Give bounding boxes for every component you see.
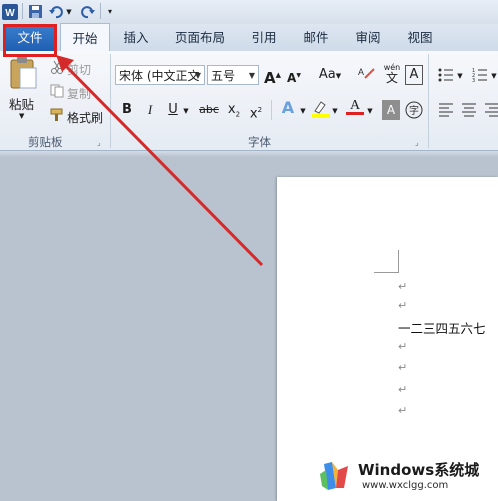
- annotation-arrow: [56, 55, 264, 267]
- watermark-brand: Windows系统城: [358, 461, 480, 479]
- watermark: Windows系统城 www.wxclgg.com: [318, 458, 498, 498]
- watermark-url: www.wxclgg.com: [362, 480, 449, 491]
- windows-logo-icon: [320, 462, 348, 490]
